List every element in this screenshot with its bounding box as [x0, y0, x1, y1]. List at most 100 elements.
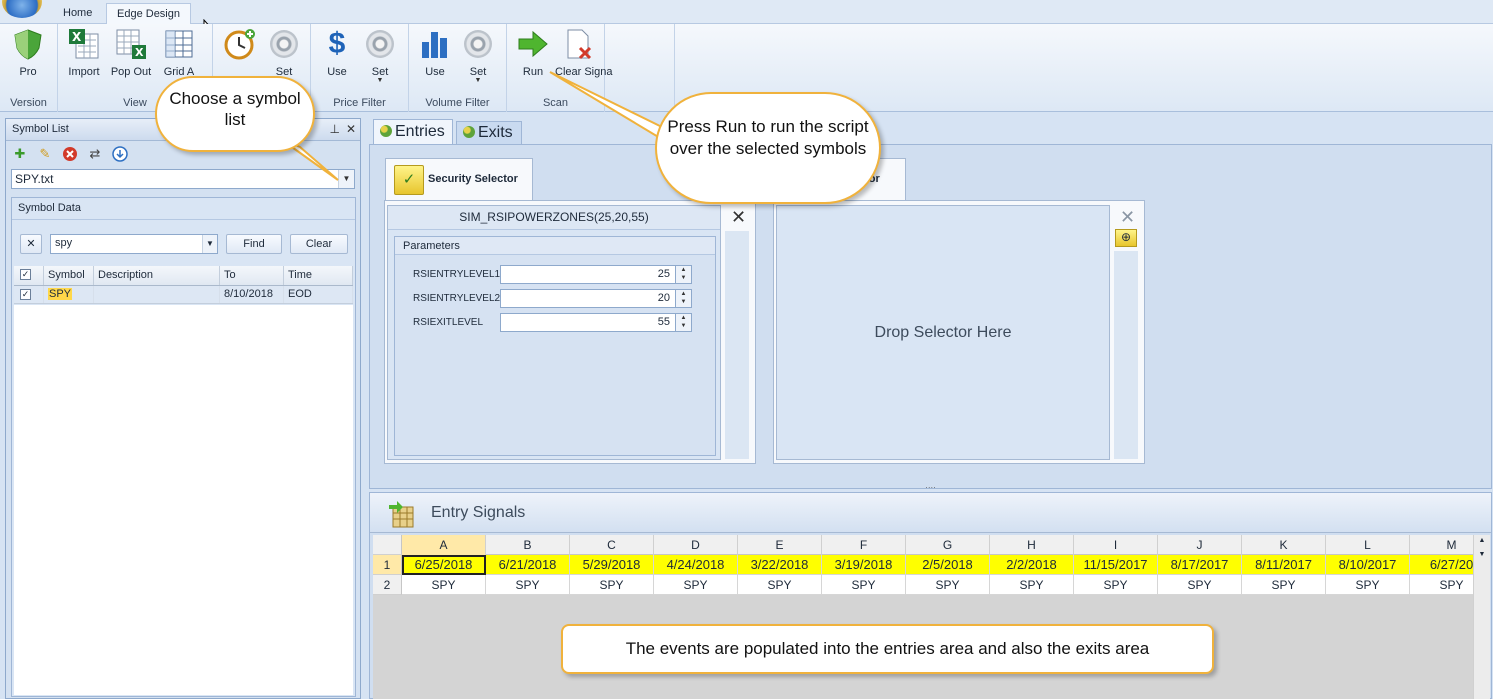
- signal-date-cell[interactable]: 5/29/2018: [570, 555, 654, 575]
- edit-pencil-icon[interactable]: ✎: [37, 146, 53, 162]
- row-header[interactable]: 2: [373, 575, 402, 595]
- scroll-down-icon[interactable]: ▼: [1474, 549, 1490, 561]
- col-time[interactable]: Time: [284, 266, 353, 285]
- signal-date-cell[interactable]: 8/10/2017: [1326, 555, 1410, 575]
- target-icon[interactable]: ⊕: [1115, 229, 1137, 247]
- signal-date-cell[interactable]: 6/21/2018: [486, 555, 570, 575]
- symbol-grid-header: ✓ Symbol Description To Time: [14, 266, 353, 286]
- col-description[interactable]: Description: [94, 266, 220, 285]
- pin-icon[interactable]: ⊥: [330, 122, 340, 136]
- signal-symbol-cell[interactable]: SPY: [1242, 575, 1326, 595]
- entries-icon: [380, 125, 392, 137]
- signal-date-cell[interactable]: 2/2/2018: [990, 555, 1074, 575]
- select-all-checkbox[interactable]: ✓: [20, 269, 31, 280]
- rsientrylevel2-input[interactable]: 20: [500, 289, 676, 308]
- column-header[interactable]: D: [654, 535, 738, 555]
- row-header[interactable]: 1: [373, 555, 402, 575]
- signal-symbol-cell[interactable]: SPY: [1074, 575, 1158, 595]
- table-row[interactable]: ✓ SPY 8/10/2018 EOD: [14, 286, 353, 304]
- close-icon[interactable]: ✕: [346, 122, 356, 136]
- symbol-data-panel: Symbol Data ✕ spy ▼ Find Clear ✓ Symbol …: [11, 197, 356, 697]
- signal-symbol-cell[interactable]: SPY: [906, 575, 990, 595]
- signal-symbol-cell[interactable]: SPY: [1158, 575, 1242, 595]
- col-symbol[interactable]: Symbol: [44, 266, 94, 285]
- signal-symbol-cell[interactable]: SPY: [570, 575, 654, 595]
- spin-stepper[interactable]: ▲ ▼: [676, 265, 692, 284]
- vertical-scrollbar[interactable]: ▲ ▼: [1473, 535, 1490, 699]
- column-header[interactable]: K: [1242, 535, 1326, 555]
- signal-symbol-cell[interactable]: SPY: [654, 575, 738, 595]
- time-set-button[interactable]: Set: [261, 28, 307, 78]
- signal-symbol-cell[interactable]: SPY: [990, 575, 1074, 595]
- run-button[interactable]: Run: [510, 28, 556, 78]
- spin-stepper[interactable]: ▲ ▼: [676, 313, 692, 332]
- spin-stepper[interactable]: ▲ ▼: [676, 289, 692, 308]
- signal-date-cell[interactable]: 3/19/2018: [822, 555, 906, 575]
- rsiexitlevel-input[interactable]: 55: [500, 313, 676, 332]
- signal-date-cell[interactable]: 8/11/2017: [1242, 555, 1326, 575]
- symbol-list-dropdown[interactable]: SPY.txt ▼: [11, 169, 355, 189]
- signal-symbol-cell[interactable]: SPY: [486, 575, 570, 595]
- signal-symbol-cell[interactable]: SPY: [402, 575, 486, 595]
- import-button[interactable]: X Import: [61, 28, 107, 78]
- rsientrylevel1-input[interactable]: 25: [500, 265, 676, 284]
- gear-icon: [366, 30, 394, 58]
- signal-date-cell[interactable]: 11/15/2017: [1074, 555, 1158, 575]
- volume-use-button[interactable]: Use: [412, 28, 458, 78]
- column-header[interactable]: I: [1074, 535, 1158, 555]
- clear-button[interactable]: Clear: [290, 234, 348, 254]
- time-use-button[interactable]: [217, 28, 263, 66]
- column-header[interactable]: A: [402, 535, 486, 555]
- tab-home[interactable]: Home: [53, 3, 102, 24]
- signal-symbol-cell[interactable]: SPY: [822, 575, 906, 595]
- column-header[interactable]: J: [1158, 535, 1242, 555]
- signal-symbol-cell[interactable]: SPY: [738, 575, 822, 595]
- column-header[interactable]: B: [486, 535, 570, 555]
- scroll-up-icon[interactable]: ▲: [1474, 535, 1490, 547]
- svg-text:X: X: [135, 46, 144, 59]
- price-set-button[interactable]: Set ▼: [357, 28, 403, 84]
- chevron-down-icon[interactable]: ▼: [338, 170, 354, 188]
- chevron-down-icon[interactable]: ▼: [202, 235, 217, 253]
- signal-date-cell[interactable]: 6/25/2018: [402, 555, 486, 575]
- tab-entries[interactable]: Entries: [373, 119, 453, 144]
- pro-button[interactable]: Pro: [5, 28, 51, 78]
- symbol-search-input[interactable]: spy: [50, 234, 218, 254]
- grid-button[interactable]: Grid A: [156, 28, 202, 78]
- clear-signals-button[interactable]: Clear Signa: [555, 28, 612, 78]
- parameter-row: RSIENTRYLEVEL2 20 ▲ ▼: [395, 289, 715, 309]
- pop-out-button[interactable]: X Pop Out: [108, 28, 154, 78]
- to-cell: 8/10/2018: [220, 286, 284, 303]
- close-icon[interactable]: ✕: [1120, 207, 1135, 228]
- clear-search-icon[interactable]: ✕: [20, 234, 42, 254]
- download-icon[interactable]: [112, 146, 128, 162]
- corner-cell[interactable]: [373, 535, 402, 555]
- row-checkbox[interactable]: ✓: [20, 289, 31, 300]
- find-button[interactable]: Find: [226, 234, 282, 254]
- add-list-icon[interactable]: ✚: [12, 146, 28, 162]
- signal-date-cell[interactable]: 4/24/2018: [654, 555, 738, 575]
- signal-date-cell[interactable]: 2/5/2018: [906, 555, 990, 575]
- tab-security-selector[interactable]: ✓ Security Selector: [385, 158, 533, 200]
- column-header[interactable]: G: [906, 535, 990, 555]
- col-to[interactable]: To: [220, 266, 284, 285]
- refresh-icon[interactable]: ⇄: [87, 146, 103, 162]
- delete-icon[interactable]: [62, 146, 78, 162]
- symbol-search-row: ✕ spy ▼ Find Clear: [20, 234, 348, 256]
- signal-date-cell[interactable]: 3/22/2018: [738, 555, 822, 575]
- column-header[interactable]: C: [570, 535, 654, 555]
- signal-symbol-cell[interactable]: SPY: [1326, 575, 1410, 595]
- app-orb-button[interactable]: [2, 0, 42, 18]
- column-header[interactable]: E: [738, 535, 822, 555]
- column-header[interactable]: F: [822, 535, 906, 555]
- signals-icon: [387, 499, 417, 529]
- price-use-button[interactable]: $ Use: [314, 27, 360, 78]
- signal-date-cell[interactable]: 8/17/2017: [1158, 555, 1242, 575]
- volume-set-button[interactable]: Set ▼: [455, 28, 501, 84]
- tab-edge-design[interactable]: Edge Design: [106, 3, 191, 25]
- selector-drop-zone[interactable]: Drop Selector Here: [776, 205, 1110, 460]
- column-header[interactable]: L: [1326, 535, 1410, 555]
- close-icon[interactable]: ✕: [731, 207, 746, 228]
- column-header[interactable]: H: [990, 535, 1074, 555]
- tab-exits[interactable]: Exits: [456, 121, 522, 144]
